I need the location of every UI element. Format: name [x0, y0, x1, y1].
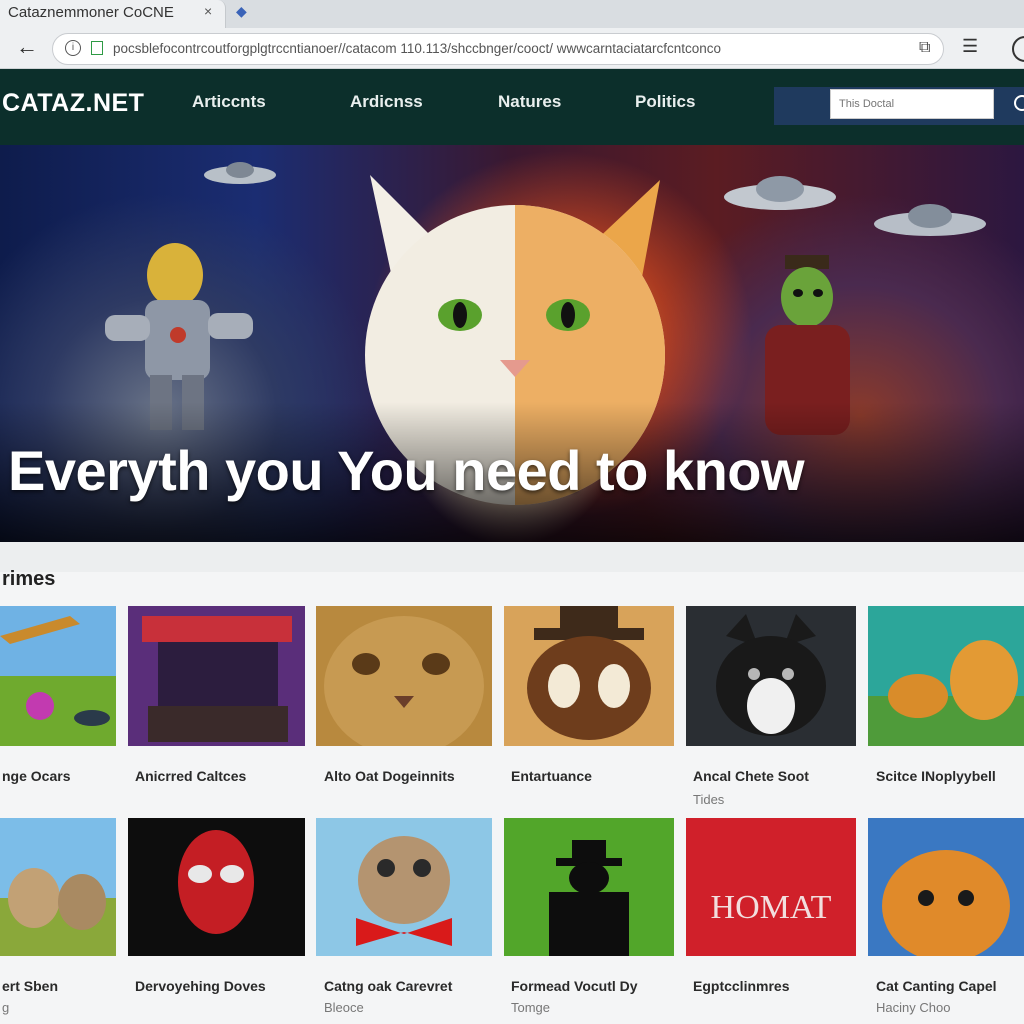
ufo: [724, 176, 836, 210]
article-thumbnail[interactable]: [868, 818, 1024, 956]
site-header: CATAZ.NET Articcnts Ardicnss Natures Pol…: [0, 69, 1024, 145]
card-title[interactable]: Ancal Chete Soot: [693, 768, 809, 784]
thumbnail-image: [868, 606, 1024, 746]
thumbnail-image: [128, 606, 305, 746]
browser-tab[interactable]: Cataznemmoner CoCNE ×: [0, 0, 226, 28]
card-title[interactable]: nge Ocars: [2, 768, 70, 784]
search-bar: [774, 87, 1024, 125]
article-thumbnail[interactable]: [868, 606, 1024, 746]
card-title[interactable]: Entartuance: [511, 768, 592, 784]
ufo-2: [874, 204, 986, 236]
nav-link-politics[interactable]: Politics: [635, 92, 695, 112]
card-title[interactable]: Egptcclinmres: [693, 978, 789, 994]
card-title[interactable]: Anicrred Caltces: [135, 768, 246, 784]
profile-icon[interactable]: [1012, 36, 1024, 62]
site-logo[interactable]: CATAZ.NET: [2, 89, 144, 118]
card-title[interactable]: Dervoyehing Doves: [135, 978, 266, 994]
thumbnail-text: HOMAT: [711, 889, 832, 926]
thumbnail-image: [686, 606, 856, 746]
new-tab-icon[interactable]: ◆: [236, 3, 247, 20]
url-text[interactable]: pocsblefocontrcoutforgplgtrccntianoer//c…: [113, 41, 903, 56]
card-title[interactable]: ert Sben: [2, 978, 58, 994]
card-title[interactable]: Formead Vocutl Dy: [511, 978, 638, 994]
thumbnail-image: [128, 818, 305, 956]
card-subtitle: Tomge: [511, 1000, 551, 1015]
thumbnail-image: [316, 818, 492, 956]
thumbnail-image: [868, 818, 1024, 956]
section-divider: [0, 542, 1024, 572]
card-subtitle: Haciny Choo: [876, 1000, 951, 1015]
menu-icon[interactable]: ☰: [962, 36, 978, 57]
nav-link-articles[interactable]: Articcnts: [192, 92, 266, 112]
tab-close-icon[interactable]: ×: [204, 3, 212, 19]
card-title[interactable]: Catng oak Carevret: [324, 978, 452, 994]
browser-tabstrip: Cataznemmoner CoCNE × ◆: [0, 0, 1024, 28]
article-thumbnail[interactable]: [686, 606, 856, 746]
armored-warrior-figure: [105, 243, 253, 430]
thumbnail-image: [0, 606, 116, 746]
card-subtitle: Bleoce: [324, 1000, 364, 1015]
lock-icon: [91, 41, 103, 55]
article-thumbnail[interactable]: [128, 818, 305, 956]
thumbnail-image: [0, 818, 116, 956]
tab-title: Cataznemmoner CoCNE: [8, 4, 174, 21]
spaceship: [204, 162, 276, 184]
search-input[interactable]: [830, 89, 994, 119]
card-subtitle: g: [2, 1000, 10, 1015]
article-thumbnail[interactable]: HOMAT: [686, 818, 856, 956]
address-bar: ← i pocsblefocontrcoutforgplgtrccntianoe…: [0, 28, 1024, 69]
article-thumbnail[interactable]: [128, 606, 305, 746]
hero-title: Everyth you You need to know: [8, 439, 805, 502]
article-thumbnail[interactable]: [316, 606, 492, 746]
thumbnail-image: HOMAT: [686, 818, 856, 956]
back-arrow-icon[interactable]: ←: [16, 34, 38, 60]
card-title[interactable]: Alto Oat Dogeinnits: [324, 768, 455, 784]
article-thumbnail[interactable]: [504, 606, 674, 746]
article-thumbnail[interactable]: [504, 818, 674, 956]
card-subtitle: Tides: [693, 792, 725, 807]
nav-link-natures[interactable]: Natures: [498, 92, 561, 112]
thumbnail-image: [504, 818, 674, 956]
site-info-icon[interactable]: i: [65, 40, 81, 56]
search-icon[interactable]: [1014, 95, 1024, 111]
article-thumbnail[interactable]: [0, 818, 116, 956]
card-title[interactable]: Cat Canting Capel: [876, 978, 997, 994]
bookmark-icon[interactable]: ⧉: [919, 39, 930, 57]
thumbnail-image: [316, 606, 492, 746]
card-title[interactable]: Scitce INoplyybell: [876, 768, 996, 784]
hero-banner[interactable]: Everyth you You need to know: [0, 145, 1024, 542]
nav-link-2[interactable]: Ardicnss: [350, 92, 423, 112]
article-thumbnail[interactable]: [0, 606, 116, 746]
thumbnail-image: [504, 606, 674, 746]
section-title: rimes: [2, 568, 56, 590]
omnibox[interactable]: i pocsblefocontrcoutforgplgtrccntianoer/…: [52, 33, 944, 65]
article-thumbnail[interactable]: [316, 818, 492, 956]
